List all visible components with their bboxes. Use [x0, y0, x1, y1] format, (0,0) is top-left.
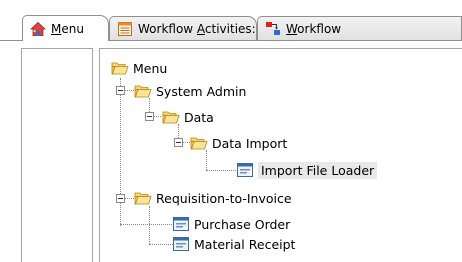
tree-connector	[149, 244, 173, 245]
tree-node-material-receipt[interactable]: Material Receipt	[172, 234, 295, 254]
tree-node-label: Data Import	[212, 135, 288, 151]
tab-menu[interactable]: Menu	[22, 15, 109, 41]
tree-node-import-file-loader[interactable]: Import File Loader	[236, 160, 378, 180]
tree-node-menu[interactable]: Menu	[111, 58, 167, 78]
tab-menu-label-mnemonic: M	[51, 21, 62, 36]
folder-open-icon	[111, 60, 129, 76]
tree-node-requisition-to-invoice[interactable]: Requisition-to-Invoice	[134, 188, 292, 208]
tree-node-label: Import File Loader	[258, 161, 378, 179]
tree-connector	[206, 150, 207, 170]
collapse-toggle-requisition-to-invoice[interactable]	[116, 194, 125, 203]
tree-connector	[120, 224, 172, 225]
folder-open-icon	[190, 135, 208, 151]
tree-connector	[149, 206, 150, 244]
folder-open-icon	[134, 190, 152, 206]
tab-menu-label: enu	[61, 21, 84, 36]
tree-connector	[120, 78, 121, 226]
window-icon	[172, 216, 190, 232]
tree-node-label: Menu	[133, 60, 168, 76]
window-icon	[236, 162, 254, 178]
tree-node-label: Purchase Order	[194, 216, 291, 232]
tree-node-system-admin[interactable]: System Admin	[134, 81, 246, 101]
folder-open-icon	[134, 83, 152, 99]
home-icon	[30, 21, 46, 36]
collapse-toggle-system-admin[interactable]	[116, 86, 125, 95]
tree-node-data-import[interactable]: Data Import	[190, 133, 287, 153]
tree-node-label: Requisition-to-Invoice	[156, 190, 292, 206]
tree-node-label: Data	[184, 109, 214, 125]
folder-open-icon	[162, 109, 180, 125]
collapse-toggle-data[interactable]	[145, 112, 154, 121]
tree-node-label: System Admin	[156, 83, 247, 99]
collapse-toggle-data-import[interactable]	[174, 138, 183, 147]
tree-node-label: Material Receipt	[194, 236, 296, 252]
menu-window: Menu Workflow Activities: 0 Workflow	[0, 0, 462, 262]
tree-node-data[interactable]: Data	[162, 107, 214, 127]
tree-connector	[206, 170, 236, 171]
window-icon	[172, 236, 190, 252]
tree-node-purchase-order[interactable]: Purchase Order	[172, 214, 290, 234]
